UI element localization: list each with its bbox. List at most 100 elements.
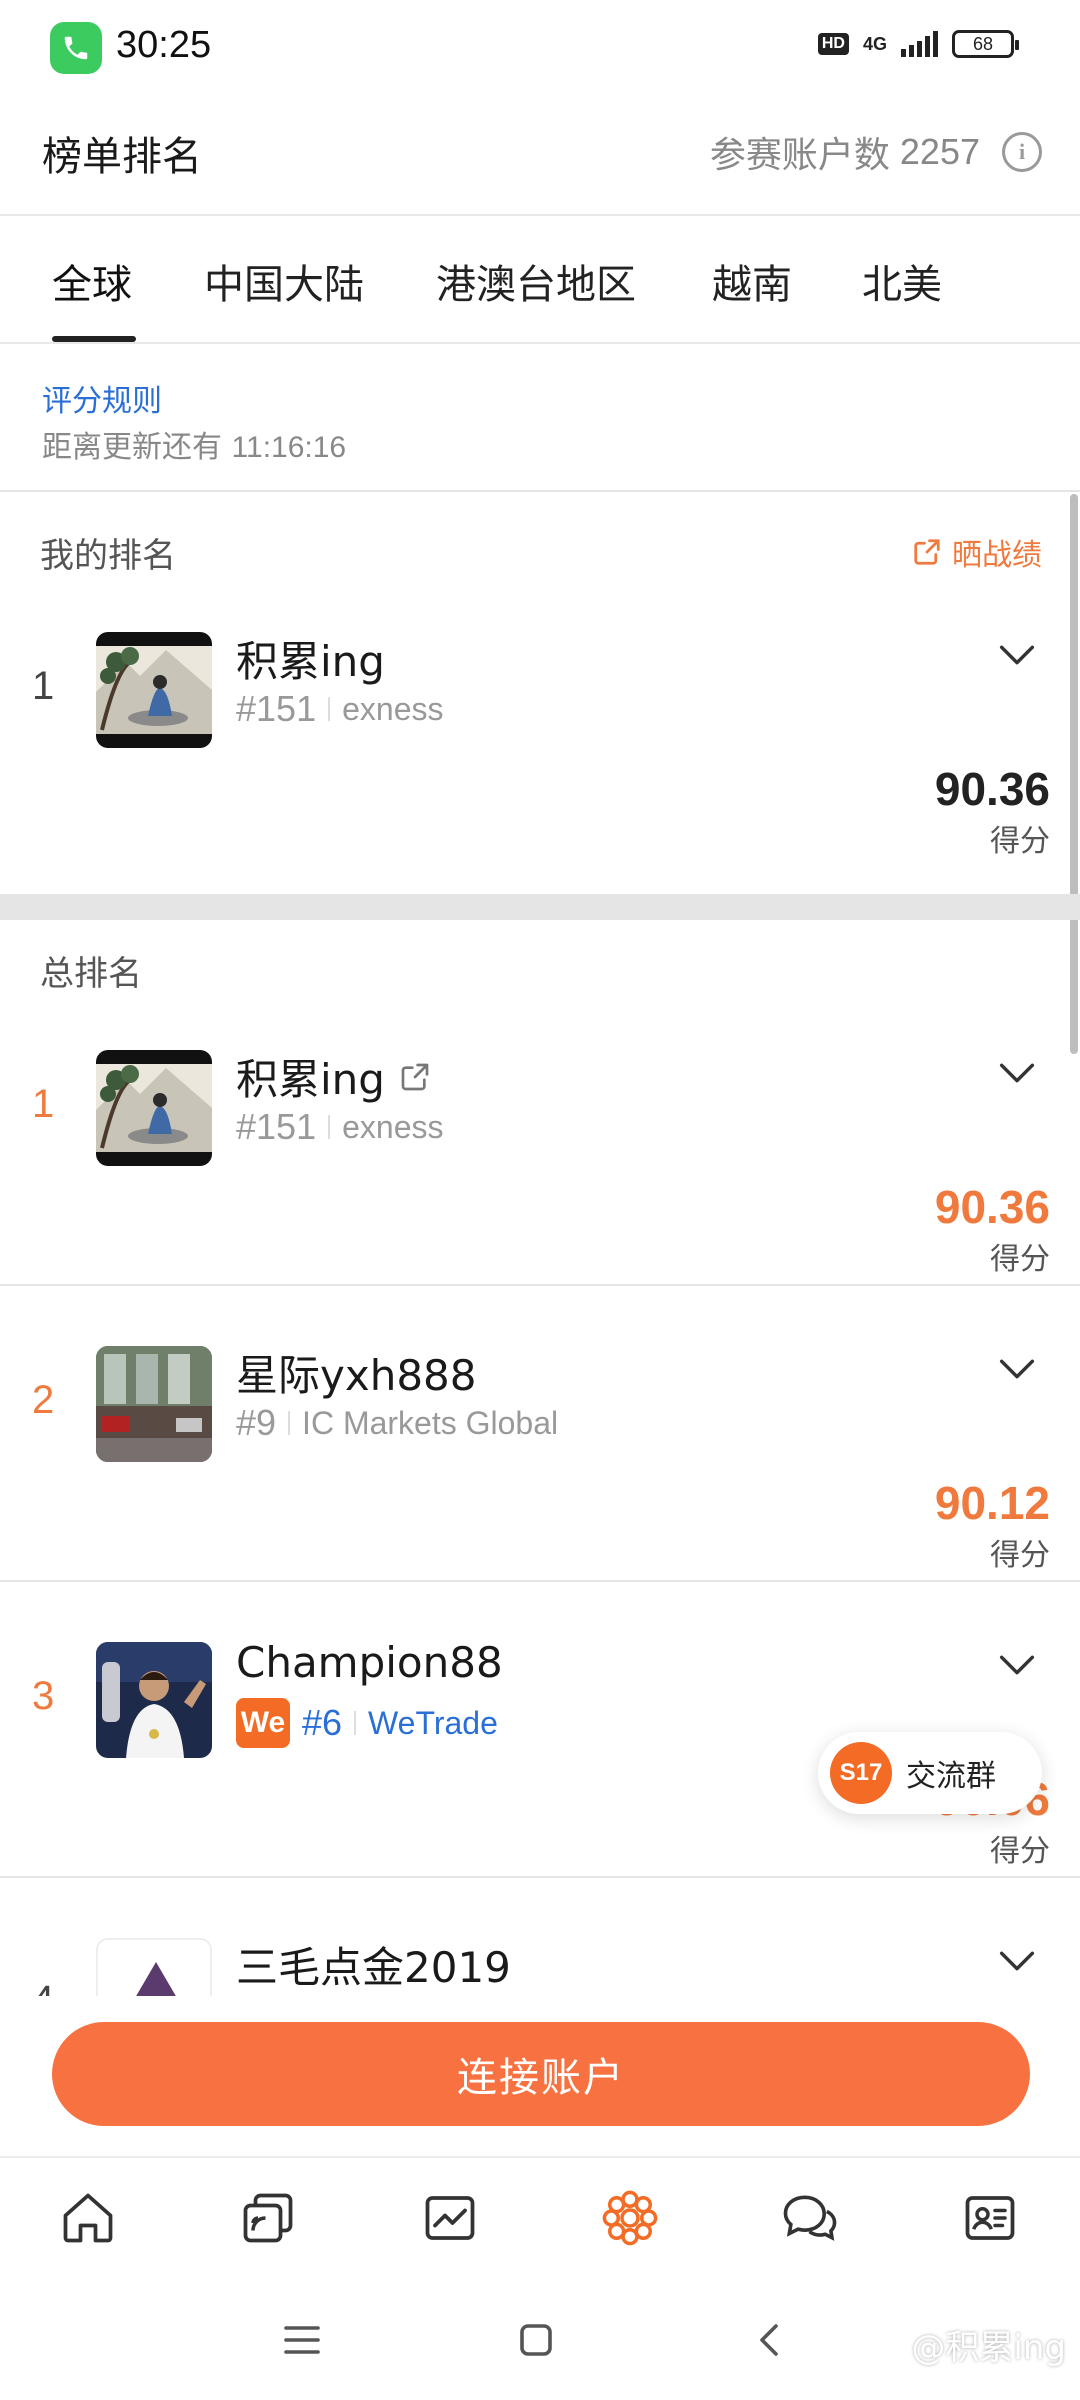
avatar[interactable] bbox=[96, 1346, 212, 1462]
entry-meta: We #6 WeTrade bbox=[236, 1698, 498, 1748]
home-icon[interactable] bbox=[56, 2186, 120, 2250]
meta-divider bbox=[328, 1115, 331, 1139]
ranking-flower-icon[interactable] bbox=[598, 2186, 662, 2250]
score-label: 得分 bbox=[990, 824, 1050, 859]
ranking-entry-1[interactable]: 1 积累ing #151 exness 90.36 得分 bbox=[0, 990, 1080, 1286]
chat-icon[interactable] bbox=[778, 2186, 842, 2250]
meta-divider bbox=[328, 697, 331, 721]
status-time: 30:25 bbox=[116, 24, 212, 66]
connect-account-button[interactable]: 连接账户 bbox=[52, 2022, 1030, 2126]
avatar[interactable] bbox=[96, 1050, 212, 1166]
account-number: #6 bbox=[302, 1702, 343, 1743]
account-number: #151 bbox=[236, 1106, 317, 1147]
page-header: 榜单排名 参赛账户数 2257 i bbox=[0, 110, 1080, 216]
avatar[interactable] bbox=[96, 1642, 212, 1758]
ranking-entry-2[interactable]: 2 星际yxh888 #9 IC Markets Global 90.12 得分 bbox=[0, 1286, 1080, 1582]
score-label: 得分 bbox=[990, 1242, 1050, 1277]
menu-icon[interactable] bbox=[278, 2316, 326, 2364]
score-value: 90.36 bbox=[934, 763, 1050, 815]
watermark-text: @积累ing bbox=[911, 2328, 1066, 2368]
scoring-rules-link[interactable]: 评分规则 bbox=[42, 376, 162, 420]
rank-number: 1 bbox=[32, 664, 55, 708]
rank-number: 3 bbox=[32, 1674, 55, 1718]
broker-name: IC Markets Global bbox=[302, 1404, 559, 1441]
status-indicators: HD 4G 68 bbox=[817, 30, 1019, 58]
entry-name: Champion88 bbox=[236, 1638, 503, 1687]
broker-name: exness bbox=[342, 690, 444, 727]
total-ranking-label: 总排名 bbox=[40, 954, 142, 994]
meta-divider bbox=[354, 1711, 357, 1735]
score-label: 得分 bbox=[990, 1538, 1050, 1573]
entry-meta: #151 exness bbox=[236, 1106, 443, 1148]
countdown-label: 距离更新还有 bbox=[42, 430, 222, 465]
entry-name-row: 星际yxh888 bbox=[236, 1342, 477, 1403]
participants-count: 参赛账户数 2257 i bbox=[710, 126, 1042, 178]
entry-name: 积累ing bbox=[236, 1055, 385, 1104]
watermark: @积累ing bbox=[911, 2320, 1066, 2369]
avatar[interactable] bbox=[96, 1938, 212, 1996]
entry-name-row: 积累ing bbox=[236, 1046, 431, 1107]
entry-name-row: 三毛点金2019 bbox=[236, 1934, 511, 1995]
page-title: 榜单排名 bbox=[42, 134, 202, 180]
update-countdown: 距离更新还有 11:16:16 bbox=[42, 422, 346, 466]
chevron-down-icon[interactable] bbox=[994, 1050, 1040, 1096]
share-icon bbox=[914, 539, 940, 565]
rank-number: 4 bbox=[32, 1978, 54, 1996]
participants-label: 参赛账户数 bbox=[709, 135, 890, 176]
chat-group-label: 交流群 bbox=[906, 1759, 996, 1794]
entry-name: 积累ing bbox=[236, 637, 385, 686]
score-value: 90.12 bbox=[934, 1477, 1050, 1529]
rank-number: 2 bbox=[32, 1378, 55, 1422]
chart-icon[interactable] bbox=[418, 2186, 482, 2250]
s17-badge: S17 bbox=[830, 1742, 892, 1804]
home-square-icon[interactable] bbox=[512, 2316, 560, 2364]
section-separator bbox=[0, 894, 1080, 920]
avatar[interactable] bbox=[96, 632, 212, 748]
tab-hk-macau-taiwan[interactable]: 港澳台地区 bbox=[436, 252, 636, 310]
hd-badge: HD bbox=[817, 33, 849, 55]
countdown-time: 11:16:16 bbox=[231, 431, 347, 464]
bottom-nav bbox=[0, 2156, 1080, 2276]
phone-call-icon[interactable] bbox=[50, 22, 102, 74]
bottom-cta-area: 连接账户 bbox=[0, 1996, 1080, 2156]
chevron-down-icon[interactable] bbox=[994, 1938, 1040, 1984]
copy-trading-icon[interactable] bbox=[236, 2186, 300, 2250]
entry-meta: #151 exness bbox=[236, 688, 443, 730]
active-tab-indicator bbox=[52, 336, 136, 342]
chat-group-button[interactable]: S17 交流群 bbox=[818, 1732, 1042, 1814]
broker-name: exness bbox=[342, 1108, 444, 1145]
rules-section: 评分规则 距离更新还有 11:16:16 bbox=[0, 346, 1080, 492]
battery-icon: 68 bbox=[952, 30, 1019, 58]
info-icon[interactable]: i bbox=[1002, 132, 1042, 172]
account-number: #9 bbox=[236, 1402, 277, 1443]
entry-name-row: 积累ing bbox=[236, 628, 385, 689]
score-label: 得分 bbox=[990, 1834, 1050, 1869]
entry-name: 星际yxh888 bbox=[236, 1351, 477, 1400]
tab-mainland-china[interactable]: 中国大陆 bbox=[204, 252, 364, 310]
tab-north-america[interactable]: 北美 bbox=[862, 252, 942, 310]
rank-number: 1 bbox=[32, 1082, 55, 1126]
signal-icon bbox=[901, 31, 938, 57]
back-icon[interactable] bbox=[746, 2316, 794, 2364]
share-results-button[interactable]: 晒战绩 bbox=[912, 530, 1042, 574]
chevron-down-icon[interactable] bbox=[994, 632, 1040, 678]
account-number: #151 bbox=[236, 688, 317, 729]
chevron-down-icon[interactable] bbox=[994, 1346, 1040, 1392]
profile-card-icon[interactable] bbox=[958, 2186, 1022, 2250]
external-link-icon[interactable] bbox=[399, 1061, 431, 1093]
network-type: 4G bbox=[862, 34, 887, 54]
tab-vietnam[interactable]: 越南 bbox=[712, 252, 792, 310]
entry-meta: #9 IC Markets Global bbox=[236, 1402, 558, 1444]
ranking-entry-4[interactable]: 4 三毛点金2019 bbox=[0, 1878, 1080, 1996]
participants-number: 2257 bbox=[899, 131, 980, 172]
battery-level: 68 bbox=[972, 33, 994, 54]
entry-name-row: Champion88 bbox=[236, 1638, 503, 1687]
meta-divider bbox=[288, 1411, 291, 1435]
tab-global[interactable]: 全球 bbox=[52, 252, 132, 310]
chevron-down-icon[interactable] bbox=[994, 1642, 1040, 1688]
my-ranking-label: 我的排名 bbox=[40, 536, 176, 576]
my-ranking-entry[interactable]: 1 积累ing #151 exness 90.36 得分 bbox=[0, 572, 1080, 868]
broker-name[interactable]: WeTrade bbox=[368, 1705, 498, 1742]
ranking-entry-3[interactable]: 3 Champion88 We #6 WeTrade 90.06 得分 bbox=[0, 1582, 1080, 1878]
entry-name: 三毛点金2019 bbox=[236, 1943, 511, 1992]
